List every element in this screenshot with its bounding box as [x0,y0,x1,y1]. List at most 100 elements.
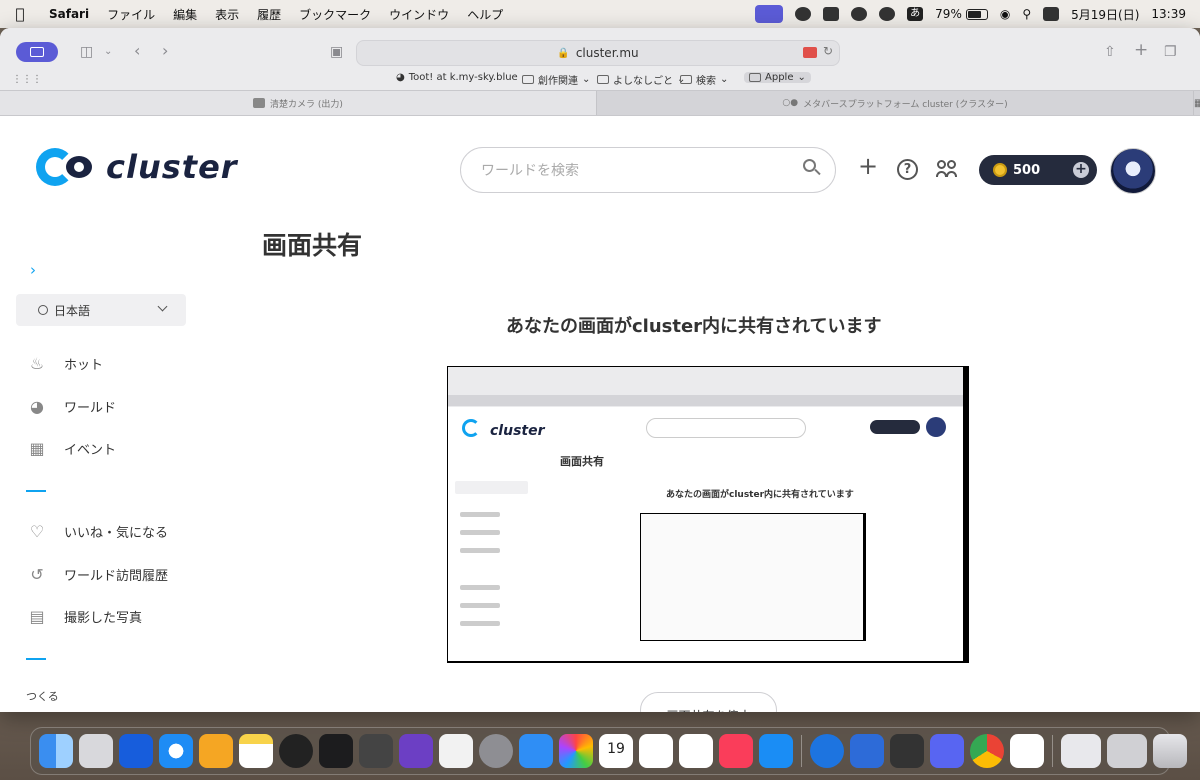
tab-bar-add-icon[interactable]: ▦ [1194,91,1200,115]
apple-menu-icon[interactable]:  [0,5,40,23]
address-bar[interactable]: 🔒 cluster.mu ↻ [356,40,840,66]
menu-edit[interactable]: 編集 [164,6,206,23]
tab-group-chevron-icon[interactable]: ⌄ [104,46,112,57]
bookmark-label: Toot! at k.my-sky.blue [408,72,518,83]
coin-amount: 500 [1013,162,1041,178]
coin-balance[interactable]: 500 + [979,155,1097,185]
unity-hub-icon[interactable] [823,7,840,21]
show-all-tabs-icon[interactable]: ❐ [1164,44,1177,60]
freeform-icon[interactable] [679,734,713,768]
terminal-icon[interactable] [319,734,353,768]
app-circle-icon[interactable] [279,734,313,768]
play-icon[interactable] [879,7,896,21]
menubar-time[interactable]: 13:39 [1151,7,1186,21]
menu-file[interactable]: ファイル [98,6,164,23]
menu-app-name[interactable]: Safari [40,7,98,21]
friends-icon[interactable] [936,160,958,178]
share-icon[interactable]: ⇧ [1104,44,1116,60]
photos-icon[interactable] [559,734,593,768]
sidebar-item-event[interactable]: ▦ イベント [28,439,116,458]
system-settings-icon[interactable] [479,734,513,768]
tab-camera-output[interactable]: 清楚カメラ (出力) [0,91,597,115]
cluster-app-icon[interactable] [1010,734,1044,768]
language-value: 日本語 [54,303,91,318]
sidebar-toggle-icon[interactable]: ◫ [80,44,93,60]
search-icon[interactable] [803,159,821,177]
stop-screen-share-button[interactable]: 画面共有を停止 [640,692,777,712]
expand-sidebar-chevron-icon[interactable]: › [30,261,36,279]
chrome-icon[interactable] [970,734,1004,768]
spotlight-search-icon[interactable]: ⚲ [1022,7,1031,21]
music-icon[interactable] [719,734,753,768]
forward-button[interactable]: › [162,41,168,60]
menu-help[interactable]: ヘルプ [458,6,512,23]
menu-window[interactable]: ウインドウ [380,6,458,23]
tab-overview-icon[interactable]: ▣ [330,44,343,60]
app-store-icon[interactable] [759,734,793,768]
tab-label: メタバースプラットフォーム cluster (クラスター) [803,99,1008,110]
world-search-input[interactable]: ワールドを検索 [460,147,836,193]
screen-recording-icon[interactable] [803,47,817,58]
page-title: 画面共有 [262,231,363,260]
bookmark-folder-apple[interactable]: Apple ⌄ [744,72,811,83]
sidebar-item-hot[interactable]: ♨ ホット [28,354,103,373]
user-avatar[interactable] [1110,148,1156,194]
pages-icon[interactable] [199,734,233,768]
bookmark-folder-creative[interactable]: 創作関連 ⌄ [522,72,590,87]
screen-sharing-indicator-button[interactable] [16,42,58,62]
battery-status[interactable]: 79% [935,7,988,21]
mini-nested-preview [640,513,866,641]
sidebar-item-likes[interactable]: ♡ いいね・気になる [28,522,168,541]
sidebar-item-label: ホット [64,358,104,373]
safari-icon[interactable] [159,734,193,768]
help-icon[interactable]: ? [897,159,918,180]
cluster-logo[interactable]: cluster [36,148,238,186]
discord-icon[interactable] [930,734,964,768]
downloads-stack-icon[interactable] [1107,734,1147,768]
trash-icon[interactable] [1153,734,1187,768]
sidebar-item-world[interactable]: ◕ ワールド [28,397,116,416]
menubar-date[interactable]: 5月19日(日) [1071,6,1139,23]
create-plus-icon[interactable]: + [858,152,878,180]
control-center-icon[interactable] [1043,7,1060,21]
bitwarden-icon[interactable] [119,734,153,768]
reminders-icon[interactable] [639,734,673,768]
preview-window-icon[interactable] [1061,734,1101,768]
menu-view[interactable]: 表示 [206,6,248,23]
tab-cluster[interactable]: ○● メタバースプラットフォーム cluster (クラスター) [597,91,1194,115]
finder-icon[interactable] [39,734,73,768]
obsidian-icon[interactable] [399,734,433,768]
menu-history[interactable]: 履歴 [248,6,290,23]
back-button[interactable]: ‹ [134,41,140,60]
bookmark-folder-misc[interactable]: よしなしごと ⌄ [597,72,685,87]
add-coins-icon[interactable]: + [1073,162,1089,178]
sync-icon[interactable] [851,7,868,21]
history-icon: ↺ [30,564,44,584]
sidebar-item-history[interactable]: ↺ ワールド訪問履歴 [28,565,168,584]
calendar-icon[interactable]: 19 [599,734,633,768]
bookmark-toot[interactable]: ◕ Toot! at k.my-sky.blue [396,72,518,83]
language-select[interactable]: 日本語 [16,294,186,326]
books-icon[interactable] [850,734,884,768]
screen-share-status-icon[interactable] [755,5,784,23]
notes-icon[interactable] [239,734,273,768]
line-icon[interactable] [439,734,473,768]
mail-icon[interactable] [519,734,553,768]
server-icon[interactable] [359,734,393,768]
menu-bookmarks[interactable]: ブックマーク [290,6,380,23]
favorites-grid-icon[interactable]: ⋮⋮⋮ [12,74,42,85]
new-tab-icon[interactable]: + [1134,40,1148,60]
mini-nav-item [460,621,500,626]
unity-icon[interactable] [890,734,924,768]
folder-icon [597,75,609,84]
maps-icon[interactable] [810,734,844,768]
launchpad-icon[interactable] [79,734,113,768]
search-placeholder: ワールドを検索 [481,163,579,179]
creative-cloud-icon[interactable] [795,7,812,21]
wifi-icon[interactable]: ◉ [1000,7,1010,21]
reload-icon[interactable]: ↻ [823,44,833,58]
bookmark-folder-search[interactable]: 検索 ⌄ [680,72,728,87]
input-method-icon[interactable]: あ [907,7,924,21]
sidebar-item-label: 撮影した写真 [64,611,143,626]
sidebar-item-photos[interactable]: ▤ 撮影した写真 [28,607,142,626]
